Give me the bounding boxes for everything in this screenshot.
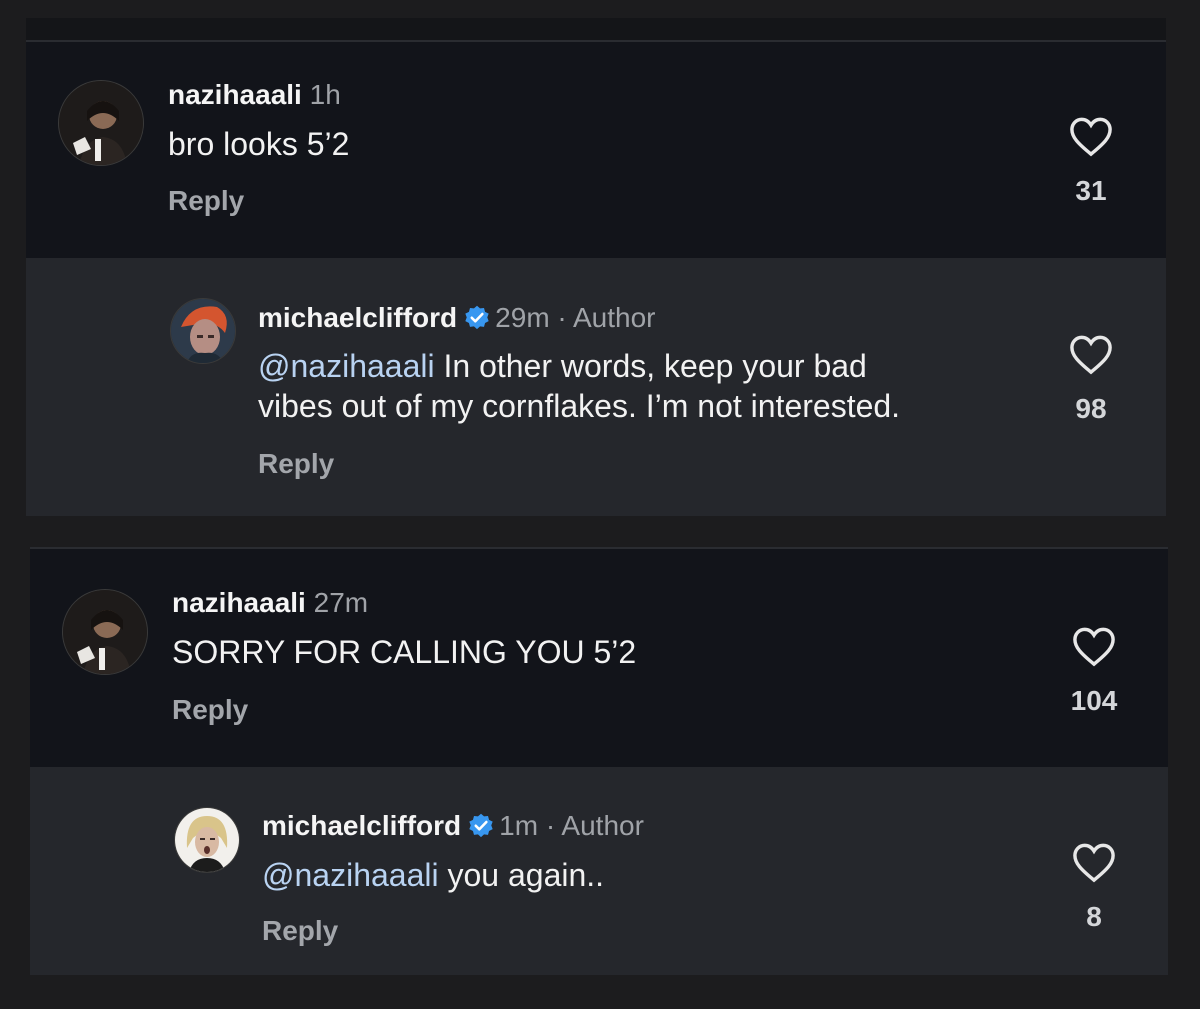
timestamp: 27m <box>313 587 369 618</box>
author-tag: Author <box>561 810 644 841</box>
avatar-photo <box>175 808 239 872</box>
reply-button[interactable]: Reply <box>172 694 248 726</box>
reply-michaelclifford-2: michaelclifford 1m · Author @nazihaaali y… <box>30 767 1168 975</box>
comment-header: nazihaaali 1h <box>168 78 341 112</box>
mention-link[interactable]: @nazihaaali <box>262 857 439 893</box>
avatar-photo <box>59 81 143 165</box>
timestamp: 29m <box>495 302 550 333</box>
comment-text-line-1: @nazihaaali In other words, keep your ba… <box>258 346 900 386</box>
avatar-photo <box>63 590 147 674</box>
avatar-photo <box>171 299 235 363</box>
comment-text: SORRY FOR CALLING YOU 5’2 <box>172 634 637 670</box>
reply-button[interactable]: Reply <box>258 448 334 480</box>
meta-separator: · <box>545 810 556 841</box>
like-count: 98 <box>1075 393 1107 424</box>
username[interactable]: michaelclifford <box>258 302 457 333</box>
heart-outline-icon[interactable] <box>1071 625 1117 667</box>
like-count: 104 <box>1070 685 1118 716</box>
like-control[interactable]: 8 <box>1064 841 1124 933</box>
comment-text-part: In other words, keep your bad <box>434 348 867 384</box>
avatar-nazihaaali[interactable] <box>58 80 144 166</box>
timestamp: 1m <box>499 810 539 841</box>
comment-text-part: you again.. <box>438 857 605 893</box>
verified-badge-icon <box>469 813 493 838</box>
author-tag: Author <box>572 302 656 333</box>
comment-header: nazihaaali 27m <box>172 586 368 620</box>
comment-nazihaaali-1: nazihaaali 1h bro looks 5’2 Reply 31 <box>26 42 1166 258</box>
timestamp: 1h <box>309 79 341 110</box>
verified-badge-icon <box>465 305 489 330</box>
avatar-nazihaaali[interactable] <box>62 589 148 675</box>
heart-outline-icon[interactable] <box>1071 841 1117 883</box>
comment-text-line-2: vibes out of my cornflakes. I’m not inte… <box>258 388 901 424</box>
comment-nazihaaali-2: nazihaaali 27m SORRY FOR CALLING YOU 5’2… <box>30 549 1168 767</box>
username[interactable]: nazihaaali <box>168 79 302 110</box>
username[interactable]: nazihaaali <box>172 587 306 618</box>
mention-link[interactable]: @nazihaaali <box>258 348 435 384</box>
like-count: 8 <box>1086 901 1102 932</box>
comment-text: @nazihaaali In other words, keep your ba… <box>258 346 900 426</box>
screenshot-top-edge <box>26 18 1166 40</box>
reply-button[interactable]: Reply <box>262 915 338 947</box>
comment-header: michaelclifford 1m · Author <box>262 809 644 843</box>
like-count: 31 <box>1075 175 1107 206</box>
heart-outline-icon[interactable] <box>1068 333 1114 375</box>
comment-header: michaelclifford 29m · Author <box>258 301 655 335</box>
like-control[interactable]: 104 <box>1064 625 1124 717</box>
like-control[interactable]: 31 <box>1061 115 1121 207</box>
like-control[interactable]: 98 <box>1061 333 1121 425</box>
avatar-michaelclifford[interactable] <box>174 807 240 873</box>
meta-separator: · <box>557 302 567 333</box>
heart-outline-icon[interactable] <box>1068 115 1114 157</box>
reply-michaelclifford-1: michaelclifford 29m · Author @nazihaaali … <box>26 258 1166 516</box>
comment-text: @nazihaaali you again.. <box>262 855 604 895</box>
avatar-michaelclifford[interactable] <box>170 298 236 364</box>
username[interactable]: michaelclifford <box>262 810 461 841</box>
comment-text: bro looks 5’2 <box>168 126 350 162</box>
reply-button[interactable]: Reply <box>168 185 244 217</box>
